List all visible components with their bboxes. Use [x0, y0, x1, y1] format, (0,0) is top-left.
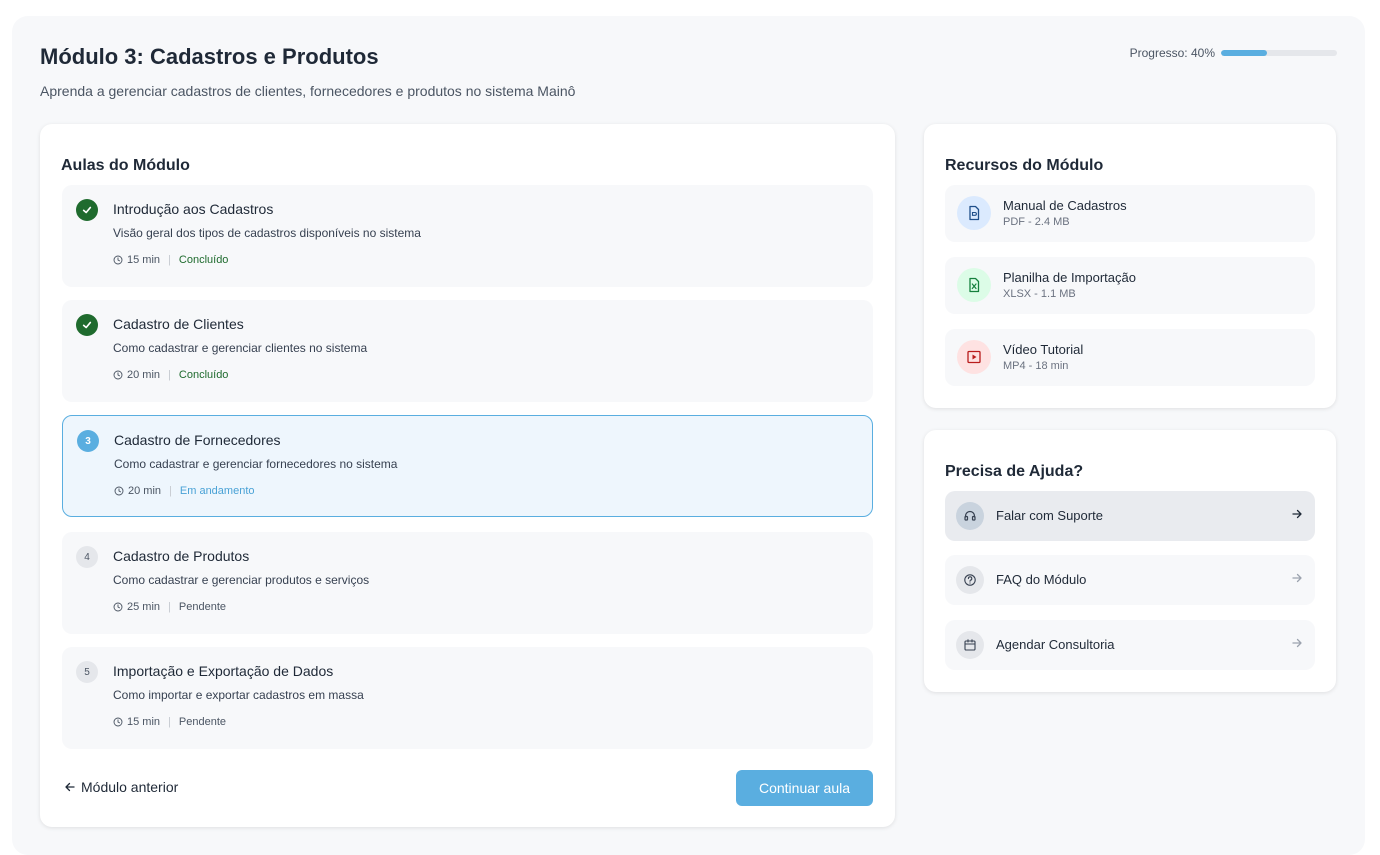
- resource-meta: XLSX - 1.1 MB: [1003, 288, 1076, 300]
- meta-divider: |: [168, 716, 171, 728]
- clock-icon: [114, 486, 124, 496]
- check-icon: [76, 314, 98, 336]
- lesson-status: Concluído: [178, 369, 229, 381]
- resources-card: Recursos do Módulo Manual de Cadastros P…: [924, 124, 1336, 408]
- meta-divider: |: [168, 254, 171, 266]
- lesson-number-badge: 4: [76, 546, 98, 568]
- document-icon: [957, 196, 991, 230]
- meta-divider: |: [169, 485, 172, 497]
- lesson-meta: 20 min | Concluído: [113, 369, 228, 381]
- lesson-description: Como importar e exportar cadastros em ma…: [113, 688, 364, 702]
- check-icon: [76, 199, 98, 221]
- lessons-card-title: Aulas do Módulo: [61, 157, 190, 174]
- module-page: Módulo 3: Cadastros e Produtos Aprenda a…: [12, 16, 1365, 855]
- lesson-item[interactable]: 4 Cadastro de Produtos Como cadastrar e …: [62, 532, 873, 634]
- contact-support-button[interactable]: Falar com Suporte: [945, 491, 1315, 541]
- headset-icon: [956, 502, 984, 530]
- progress-label: Progresso: 40%: [1129, 46, 1215, 60]
- lesson-item[interactable]: 5 Importação e Exportação de Dados Como …: [62, 647, 873, 749]
- page-title: Módulo 3: Cadastros e Produtos: [40, 44, 379, 69]
- resource-item[interactable]: Manual de Cadastros PDF - 2.4 MB: [945, 185, 1315, 242]
- lesson-meta: 25 min | Pendente: [113, 601, 226, 613]
- lesson-description: Como cadastrar e gerenciar clientes no s…: [113, 341, 368, 355]
- lesson-status: Em andamento: [179, 485, 255, 497]
- question-icon: [956, 566, 984, 594]
- lesson-duration: 25 min: [127, 601, 161, 613]
- lesson-status: Pendente: [178, 716, 226, 728]
- lesson-duration: 20 min: [128, 485, 162, 497]
- lesson-title: Introdução aos Cadastros: [113, 201, 274, 217]
- help-card: Precisa de Ajuda? Falar com Suporte FAQ …: [924, 430, 1336, 692]
- lesson-status: Concluído: [178, 254, 229, 266]
- progress-fill: [1221, 50, 1268, 56]
- resource-name: Manual de Cadastros: [1003, 198, 1127, 213]
- resource-meta: PDF - 2.4 MB: [1003, 216, 1070, 228]
- resource-meta: MP4 - 18 min: [1003, 360, 1069, 372]
- lesson-description: Como cadastrar e gerenciar produtos e se…: [113, 573, 370, 587]
- lesson-duration: 20 min: [127, 369, 161, 381]
- lesson-number-badge: 5: [76, 661, 98, 683]
- previous-module-label: Módulo anterior: [81, 779, 179, 795]
- continue-lesson-button[interactable]: Continuar aula: [736, 770, 873, 806]
- calendar-icon: [956, 631, 984, 659]
- lesson-title: Cadastro de Produtos: [113, 548, 250, 564]
- lesson-status: Pendente: [178, 601, 226, 613]
- meta-divider: |: [168, 601, 171, 613]
- lessons-card: Aulas do Módulo Introdução aos Cadastros…: [40, 124, 895, 827]
- resource-item[interactable]: Planilha de Importação XLSX - 1.1 MB: [945, 257, 1315, 314]
- lesson-title: Cadastro de Clientes: [113, 316, 244, 332]
- previous-module-link[interactable]: Módulo anterior: [64, 779, 178, 795]
- video-icon: [957, 340, 991, 374]
- lesson-number-badge: 3: [77, 430, 99, 452]
- spreadsheet-icon: [957, 268, 991, 302]
- lesson-duration: 15 min: [127, 716, 161, 728]
- lesson-meta: 20 min | Em andamento: [114, 485, 255, 497]
- lesson-description: Como cadastrar e gerenciar fornecedores …: [114, 457, 398, 471]
- resource-name: Planilha de Importação: [1003, 270, 1136, 285]
- lesson-duration: 15 min: [127, 254, 161, 266]
- help-item-label: FAQ do Módulo: [996, 572, 1087, 587]
- arrow-left-icon: [64, 781, 76, 793]
- meta-divider: |: [168, 369, 171, 381]
- arrow-right-icon: [1291, 508, 1303, 520]
- lesson-description: Visão geral dos tipos de cadastros dispo…: [113, 226, 421, 240]
- page-subtitle: Aprenda a gerenciar cadastros de cliente…: [40, 83, 576, 99]
- arrow-right-icon: [1291, 572, 1303, 584]
- resource-item[interactable]: Vídeo Tutorial MP4 - 18 min: [945, 329, 1315, 386]
- help-item-label: Agendar Consultoria: [996, 637, 1115, 652]
- help-item-label: Falar com Suporte: [996, 508, 1103, 523]
- help-card-title: Precisa de Ajuda?: [945, 463, 1084, 480]
- lesson-item-active[interactable]: 3 Cadastro de Fornecedores Como cadastra…: [62, 415, 873, 517]
- clock-icon: [113, 602, 123, 612]
- arrow-right-icon: [1291, 637, 1303, 649]
- clock-icon: [113, 370, 123, 380]
- clock-icon: [113, 255, 123, 265]
- resource-name: Vídeo Tutorial: [1003, 342, 1084, 357]
- resources-card-title: Recursos do Módulo: [945, 157, 1104, 174]
- lesson-item[interactable]: Introdução aos Cadastros Visão geral dos…: [62, 185, 873, 287]
- progress-indicator: Progresso: 40%: [1130, 46, 1337, 60]
- clock-icon: [113, 717, 123, 727]
- lesson-title: Importação e Exportação de Dados: [113, 663, 334, 679]
- schedule-consulting-button[interactable]: Agendar Consultoria: [945, 620, 1315, 670]
- faq-button[interactable]: FAQ do Módulo: [945, 555, 1315, 605]
- lesson-item[interactable]: Cadastro de Clientes Como cadastrar e ge…: [62, 300, 873, 402]
- lesson-title: Cadastro de Fornecedores: [114, 432, 281, 448]
- lesson-meta: 15 min | Pendente: [113, 716, 226, 728]
- progress-track: [1221, 50, 1337, 56]
- lesson-meta: 15 min | Concluído: [113, 254, 228, 266]
